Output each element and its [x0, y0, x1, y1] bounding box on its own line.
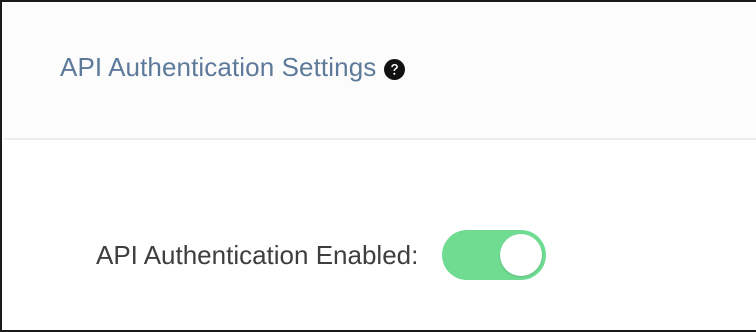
api-auth-label: API Authentication Enabled:: [96, 239, 419, 270]
help-icon[interactable]: [384, 56, 406, 80]
api-auth-toggle[interactable]: [442, 230, 547, 280]
panel-title-group: API Authentication Settings: [60, 52, 406, 83]
page-title: API Authentication Settings: [60, 52, 377, 82]
settings-panel: API Authentication Settings API Authenti…: [0, 0, 756, 332]
panel-header: API Authentication Settings: [4, 4, 756, 140]
toggle-knob: [500, 234, 543, 276]
api-auth-setting-row: API Authentication Enabled:: [96, 230, 547, 280]
question-circle-icon: [384, 59, 406, 80]
